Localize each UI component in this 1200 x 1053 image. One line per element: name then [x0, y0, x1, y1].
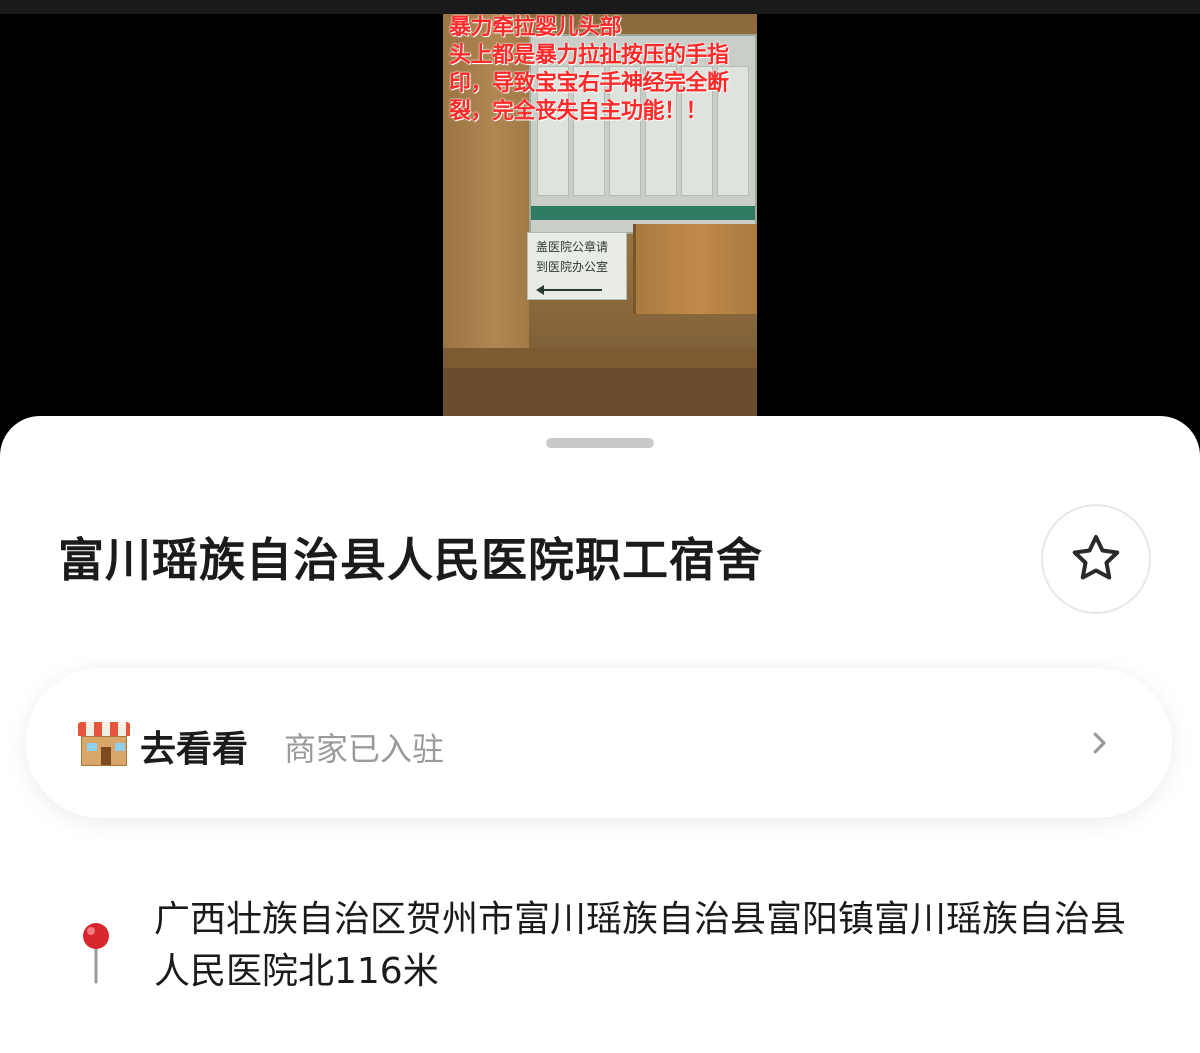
video-rail — [443, 348, 757, 368]
video-frame[interactable]: 盖医院公章请到医院办公室 暴力牵拉婴儿头部 头上都是暴力拉扯按压的手指印，导致宝… — [443, 14, 757, 416]
merchant-entry-card[interactable]: 去看看 商家已入驻 — [26, 668, 1172, 818]
address-text: 广西壮族自治区贺州市富川瑶族自治县富阳镇富川瑶族自治县人民医院北116米 — [154, 899, 1127, 992]
address-row[interactable]: 广西壮族自治区贺州市富川瑶族自治县富阳镇富川瑶族自治县人民医院北116米 — [78, 894, 1158, 1004]
video-caption-overlay: 暴力牵拉婴儿头部 头上都是暴力拉扯按压的手指印，导致宝宝右手神经完全断裂，完全丧… — [449, 15, 729, 124]
chevron-right-icon — [1093, 732, 1106, 754]
video-door — [633, 224, 757, 314]
star-outline-icon — [1072, 535, 1120, 580]
merchant-status-label: 商家已入驻 — [284, 730, 445, 768]
store-icon — [78, 722, 130, 766]
place-title: 富川瑶族自治县人民医院职工宿舍 — [58, 533, 763, 587]
merchant-goto-label: 去看看 — [140, 729, 249, 770]
top-status-bar — [0, 0, 1200, 14]
video-floor — [443, 368, 757, 416]
sheet-drag-handle[interactable] — [546, 438, 654, 448]
favorite-button[interactable] — [1041, 504, 1151, 614]
video-sign-text: 盖医院公章请到医院办公室 — [536, 240, 609, 274]
place-detail-sheet: 富川瑶族自治县人民医院职工宿舍 去看看 商家已入驻 广西壮族自治区贺州市富川瑶族… — [0, 416, 1200, 1053]
video-sign: 盖医院公章请到医院办公室 — [527, 232, 627, 300]
video-player[interactable]: 盖医院公章请到医院办公室 暴力牵拉婴儿头部 头上都是暴力拉扯按压的手指印，导致宝… — [0, 14, 1200, 416]
map-pin-icon — [83, 923, 109, 984]
